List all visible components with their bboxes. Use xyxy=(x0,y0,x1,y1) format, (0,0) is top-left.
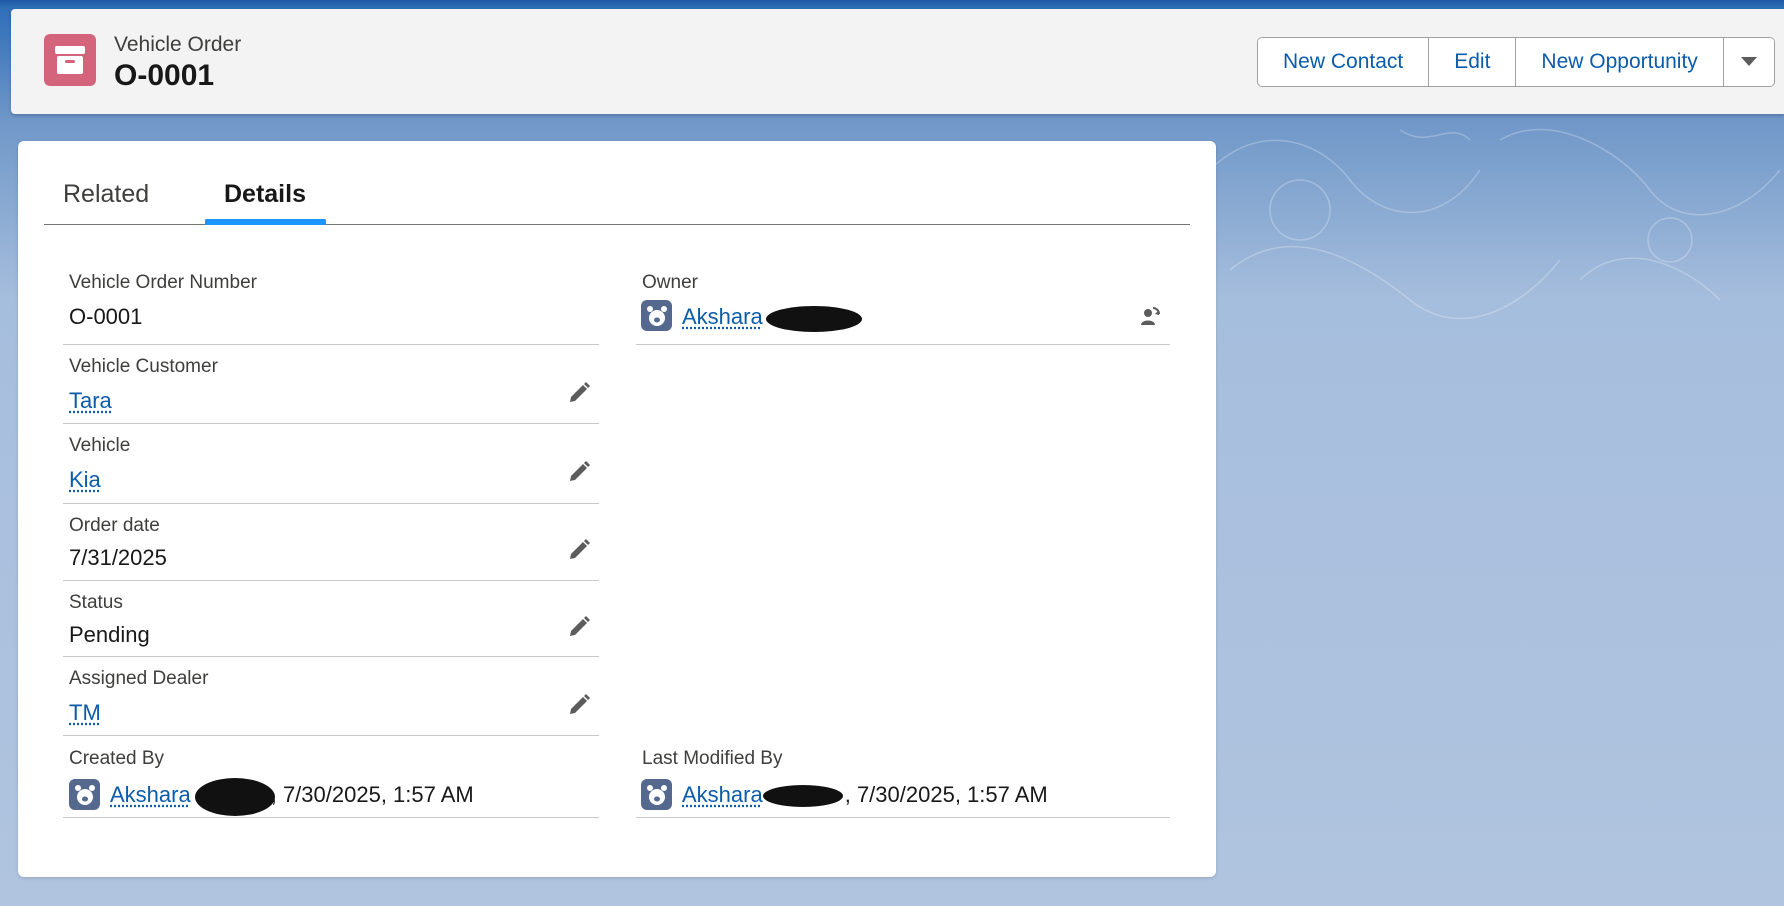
tab-related[interactable]: Related xyxy=(63,180,149,209)
created-by-user-link[interactable]: Akshara xyxy=(110,782,191,807)
more-actions-button[interactable] xyxy=(1723,38,1774,86)
field-created-by: Created By Akshara , 7/30/2025, 1:57 AM xyxy=(63,736,599,818)
field-label: Last Modified By xyxy=(642,748,783,769)
archive-box-icon xyxy=(44,34,96,86)
field-value: 7/31/2025 xyxy=(69,545,167,570)
field-label: Vehicle xyxy=(69,435,131,456)
owner-value: Akshara xyxy=(682,304,763,330)
field-value: Pending xyxy=(69,622,150,647)
field-last-modified-by: Last Modified By Akshara , 7/30/2025, 1:5… xyxy=(636,736,1170,818)
field-vehicle: Vehicle Kia xyxy=(63,424,599,504)
details-card: Related Details Vehicle Order Number O-0… xyxy=(18,141,1216,877)
modified-by-timestamp: , 7/30/2025, 1:57 AM xyxy=(844,782,1048,807)
field-order-date: Order date 7/31/2025 xyxy=(63,504,599,581)
created-by-timestamp: , 7/30/2025, 1:57 AM xyxy=(270,782,474,807)
record-title: O-0001 xyxy=(114,59,215,92)
field-label: Vehicle Customer xyxy=(69,356,218,377)
user-avatar xyxy=(641,779,672,810)
customer-link[interactable]: Tara xyxy=(69,388,112,414)
edit-button[interactable]: Edit xyxy=(1429,38,1517,86)
new-opportunity-button[interactable]: New Opportunity xyxy=(1516,38,1724,86)
field-vehicle-order-number: Vehicle Order Number O-0001 xyxy=(63,269,599,345)
change-owner-icon[interactable] xyxy=(1138,305,1162,329)
pencil-edit-icon[interactable] xyxy=(567,615,591,639)
modified-by-user-link[interactable]: Akshara xyxy=(682,782,763,807)
bear-avatar-icon xyxy=(646,784,667,805)
bear-avatar-icon xyxy=(646,305,667,326)
owner-link[interactable]: Akshara xyxy=(682,304,763,329)
redaction-mark xyxy=(195,778,275,816)
field-label: Assigned Dealer xyxy=(69,668,209,689)
bear-avatar-icon xyxy=(74,784,95,805)
field-label: Owner xyxy=(642,272,698,293)
action-button-group: New Contact Edit New Opportunity xyxy=(1257,37,1775,87)
field-label: Created By xyxy=(69,748,165,769)
tab-details[interactable]: Details xyxy=(224,180,306,209)
record-header: Vehicle Order O-0001 New Contact Edit Ne… xyxy=(11,9,1784,114)
redaction-mark xyxy=(763,785,843,807)
new-contact-button[interactable]: New Contact xyxy=(1258,38,1430,86)
pencil-edit-icon[interactable] xyxy=(567,381,591,405)
pencil-edit-icon[interactable] xyxy=(567,460,591,484)
created-by-value: Akshara , 7/30/2025, 1:57 AM xyxy=(110,782,474,808)
tab-bar: Related Details xyxy=(44,141,1190,225)
background-pattern xyxy=(1209,128,1781,320)
field-label: Order date xyxy=(69,515,160,536)
field-assigned-dealer: Assigned Dealer TM xyxy=(63,657,599,736)
field-vehicle-customer: Vehicle Customer Tara xyxy=(63,345,599,424)
vehicle-link[interactable]: Kia xyxy=(69,467,101,493)
user-avatar xyxy=(69,779,100,810)
pencil-edit-icon[interactable] xyxy=(567,538,591,562)
object-type-label: Vehicle Order xyxy=(114,33,242,56)
dealer-link[interactable]: TM xyxy=(69,700,101,726)
field-value: O-0001 xyxy=(69,304,143,329)
modified-by-value: Akshara , 7/30/2025, 1:57 AM xyxy=(682,782,1048,808)
redaction-mark xyxy=(766,306,862,332)
user-avatar xyxy=(641,300,672,331)
pencil-edit-icon[interactable] xyxy=(567,693,591,717)
field-label: Status xyxy=(69,592,123,613)
chevron-down-icon xyxy=(1740,57,1757,66)
field-label: Vehicle Order Number xyxy=(69,272,257,293)
field-owner: Owner Akshara xyxy=(636,269,1170,345)
active-tab-indicator xyxy=(205,219,326,225)
field-status: Status Pending xyxy=(63,581,599,657)
